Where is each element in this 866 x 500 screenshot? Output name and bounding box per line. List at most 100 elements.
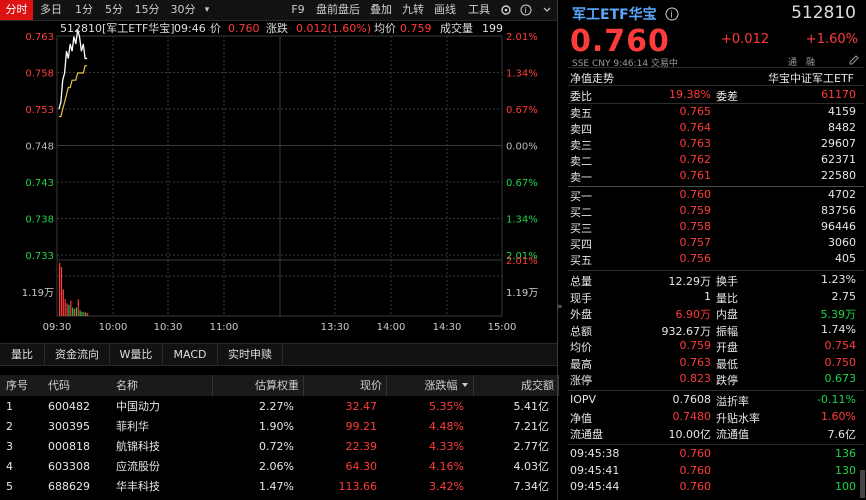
chart-security-name: 512810[军工ETF华宝]	[60, 21, 175, 35]
tab-30min[interactable]: 30分	[167, 0, 199, 20]
stat-label: 流通值	[716, 428, 749, 441]
row-code: 000818	[48, 440, 90, 453]
y-pct-tick-label: 0.00%	[506, 142, 538, 153]
overlay-button[interactable]: 叠加	[367, 0, 395, 20]
bid-volume: 4702	[828, 188, 856, 201]
table-row[interactable]: 4 603308 应流股份 2.06% 64.30 4.16% 4.03亿	[0, 457, 557, 477]
ask-price[interactable]: 0.761	[658, 169, 712, 182]
tick-scrollbar[interactable]	[860, 470, 865, 498]
col-weight[interactable]: 估算权重	[212, 375, 304, 396]
info-icon[interactable]: i	[519, 0, 533, 20]
ask-price[interactable]: 0.764	[658, 121, 712, 134]
x-tick-label: 15:00	[488, 322, 517, 333]
tab-fund-flow[interactable]: 资金流向	[45, 344, 110, 365]
volume-bar	[59, 262, 61, 316]
tick-volume: 100	[835, 480, 856, 493]
ask-price[interactable]: 0.765	[658, 105, 712, 118]
row-price: 99.21	[345, 420, 378, 433]
tab-realtime-redeem[interactable]: 实时申赎	[218, 344, 283, 365]
period-dropdown-icon[interactable]: ▾	[201, 0, 213, 20]
x-tick-label: 09:30	[43, 322, 72, 333]
volume-bar	[62, 289, 64, 316]
row-price: 22.39	[345, 440, 378, 453]
stat-label: 总额	[570, 324, 592, 338]
volume-bar	[75, 307, 77, 316]
ask-price[interactable]: 0.762	[658, 153, 712, 166]
row-name: 应流股份	[116, 460, 160, 473]
tab-macd[interactable]: MACD	[163, 344, 218, 365]
chart-price: 0.760	[228, 22, 260, 35]
row-pct: 4.16%	[429, 460, 464, 473]
tracking-index-name: 华宝中证军工ETF	[768, 72, 854, 85]
bid-price[interactable]: 0.756	[658, 252, 712, 265]
col-pct[interactable]: 涨跌幅	[386, 375, 474, 396]
y-pct-tick-label: 1.34%	[506, 69, 538, 80]
row-amount: 5.41亿	[513, 400, 550, 413]
stat-value: 10.00亿	[668, 428, 712, 441]
stat-value: 0.759	[679, 339, 712, 352]
draw-line-button[interactable]: 画线	[431, 0, 459, 20]
nav-trend-link[interactable]: 净值走势	[570, 70, 614, 86]
tab-volume-ratio[interactable]: 量比	[0, 344, 45, 365]
settings-icon[interactable]	[498, 0, 514, 20]
volume-bar	[81, 311, 83, 316]
tab-1min[interactable]: 1分	[70, 0, 98, 20]
stat-value: 1.60%	[821, 409, 856, 423]
col-price-label: 现价	[360, 379, 382, 392]
quote-panel: 军工ETF华宝 i 512810 0.760 +0.012 +1.60% SSE…	[558, 0, 866, 500]
row-price: 64.30	[345, 460, 378, 473]
stat-label: 振幅	[716, 324, 738, 338]
info-circle-icon[interactable]: i	[665, 7, 679, 21]
tab-15min[interactable]: 15分	[131, 0, 163, 20]
stat-label: 涨停	[570, 374, 592, 387]
col-name[interactable]: 名称	[116, 375, 138, 396]
stat-value: 0.754	[824, 339, 857, 352]
row-no: 5	[6, 480, 13, 493]
table-row[interactable]: 2 300395 菲利华 1.90% 99.21 4.48% 7.21亿	[0, 417, 557, 437]
y-tick-label: 0.758	[25, 69, 54, 80]
volume-tick-label: 1.19万	[22, 288, 54, 299]
tab-intraday[interactable]: 分时	[0, 0, 33, 20]
col-amount[interactable]: 成交额	[473, 375, 559, 396]
pre-post-market-button[interactable]: 盘前盘后	[312, 0, 364, 20]
tab-multi-day[interactable]: 多日	[34, 0, 68, 20]
col-price[interactable]: 现价	[303, 375, 387, 396]
col-weight-label: 估算权重	[255, 379, 299, 392]
edit-icon[interactable]	[848, 54, 860, 66]
sort-desc-icon	[462, 383, 468, 387]
tab-5min[interactable]: 5分	[100, 0, 128, 20]
nine-turn-button[interactable]: 九转	[399, 0, 427, 20]
table-row[interactable]: 3 000818 航锦科技 0.72% 22.39 4.33% 2.77亿	[0, 437, 557, 457]
volume-right-tick-label: 1.19万	[506, 288, 538, 299]
col-code[interactable]: 代码	[48, 375, 70, 396]
stat-label: 升贴水率	[716, 411, 760, 425]
intraday-chart[interactable]: 0.763 2.01% 0.758 1.34% 0.753 0.67% 0.748 0.00%…	[0, 20, 557, 342]
stat-value: 0.763	[679, 355, 712, 369]
table-row[interactable]: 1 600482 中国动力 2.27% 32.47 5.35% 5.41亿	[0, 397, 557, 417]
collapse-icon[interactable]	[539, 0, 555, 20]
bid-price[interactable]: 0.758	[658, 220, 712, 233]
row-weight: 2.27%	[259, 400, 294, 413]
stat-label: IOPV	[570, 393, 597, 406]
chart-vol-label: 成交量	[440, 21, 473, 35]
bid-price[interactable]: 0.757	[658, 236, 712, 249]
y-pct-tick-label: 2.01%	[506, 32, 538, 43]
stat-label: 溢折率	[716, 395, 749, 408]
table-row[interactable]: 5 688629 华丰科技 1.47% 113.66 3.42% 7.34亿	[0, 477, 557, 497]
stat-label: 流通盘	[570, 428, 603, 441]
ask-price[interactable]: 0.763	[658, 137, 712, 150]
bid-price[interactable]: 0.760	[658, 188, 712, 201]
col-no[interactable]: 序号	[6, 375, 28, 396]
chart-avg-label: 均价	[374, 22, 396, 35]
tools-button[interactable]: 工具	[465, 0, 493, 20]
row-name: 华丰科技	[116, 480, 160, 493]
row-amount: 4.03亿	[513, 460, 550, 473]
bid-price[interactable]: 0.759	[658, 204, 712, 217]
row-code: 688629	[48, 480, 90, 493]
f9-button[interactable]: F9	[288, 0, 308, 20]
volume-bar	[70, 300, 72, 316]
tab-w-volume-ratio[interactable]: W量比	[110, 344, 163, 365]
row-amount: 7.21亿	[513, 420, 550, 433]
ask-volume: 22580	[821, 169, 856, 182]
tick-price: 0.760	[679, 447, 712, 460]
